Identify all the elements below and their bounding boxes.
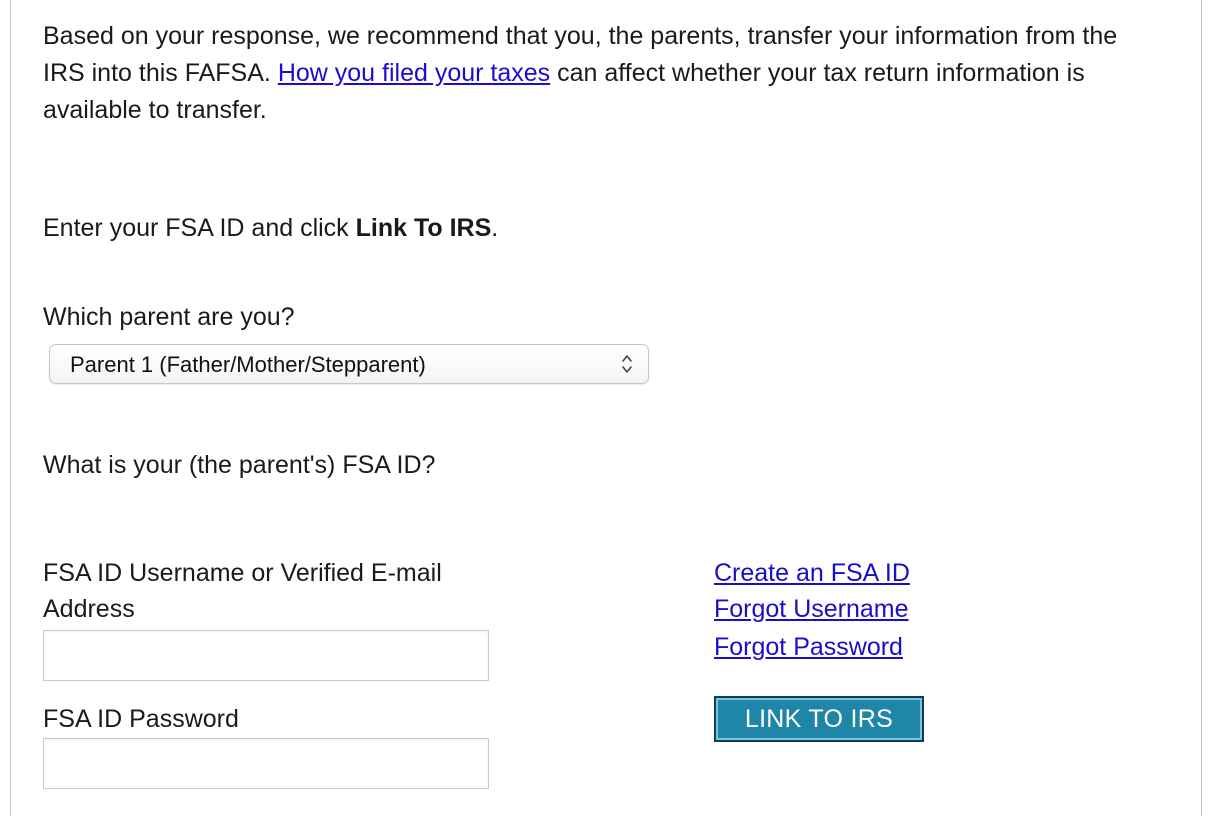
intro-paragraph: Based on your response, we recommend tha… [43,18,1153,129]
instruction-bold: Link To IRS [355,214,492,242]
forgot-username-link[interactable]: Forgot Username [714,592,909,626]
fsa-id-question-label: What is your (the parent's) FSA ID? [43,451,436,479]
instruction-prefix: Enter your FSA ID and click [43,214,356,242]
create-fsa-id-link[interactable]: Create an FSA ID [714,556,910,590]
username-label-line2: Address [43,595,135,623]
password-label: FSA ID Password [43,705,239,733]
fsa-password-input[interactable] [43,738,489,789]
parent-select[interactable]: Parent 1 (Father/Mother/Stepparent) [49,344,649,384]
parent-select-value: Parent 1 (Father/Mother/Stepparent) [70,352,426,377]
fsa-username-input[interactable] [43,630,489,681]
instruction-suffix: . [491,214,499,242]
parent-question-label: Which parent are you? [43,303,295,331]
chevron-up-down-icon [622,355,632,373]
how-you-filed-link[interactable]: How you filed your taxes [278,59,550,87]
link-to-irs-button[interactable]: LINK TO IRS [714,696,924,742]
instruction-text: Enter your FSA ID and click Link To IRS. [43,210,498,247]
username-label-line1: FSA ID Username or Verified E-mail [43,559,442,587]
forgot-password-link[interactable]: Forgot Password [714,630,903,664]
